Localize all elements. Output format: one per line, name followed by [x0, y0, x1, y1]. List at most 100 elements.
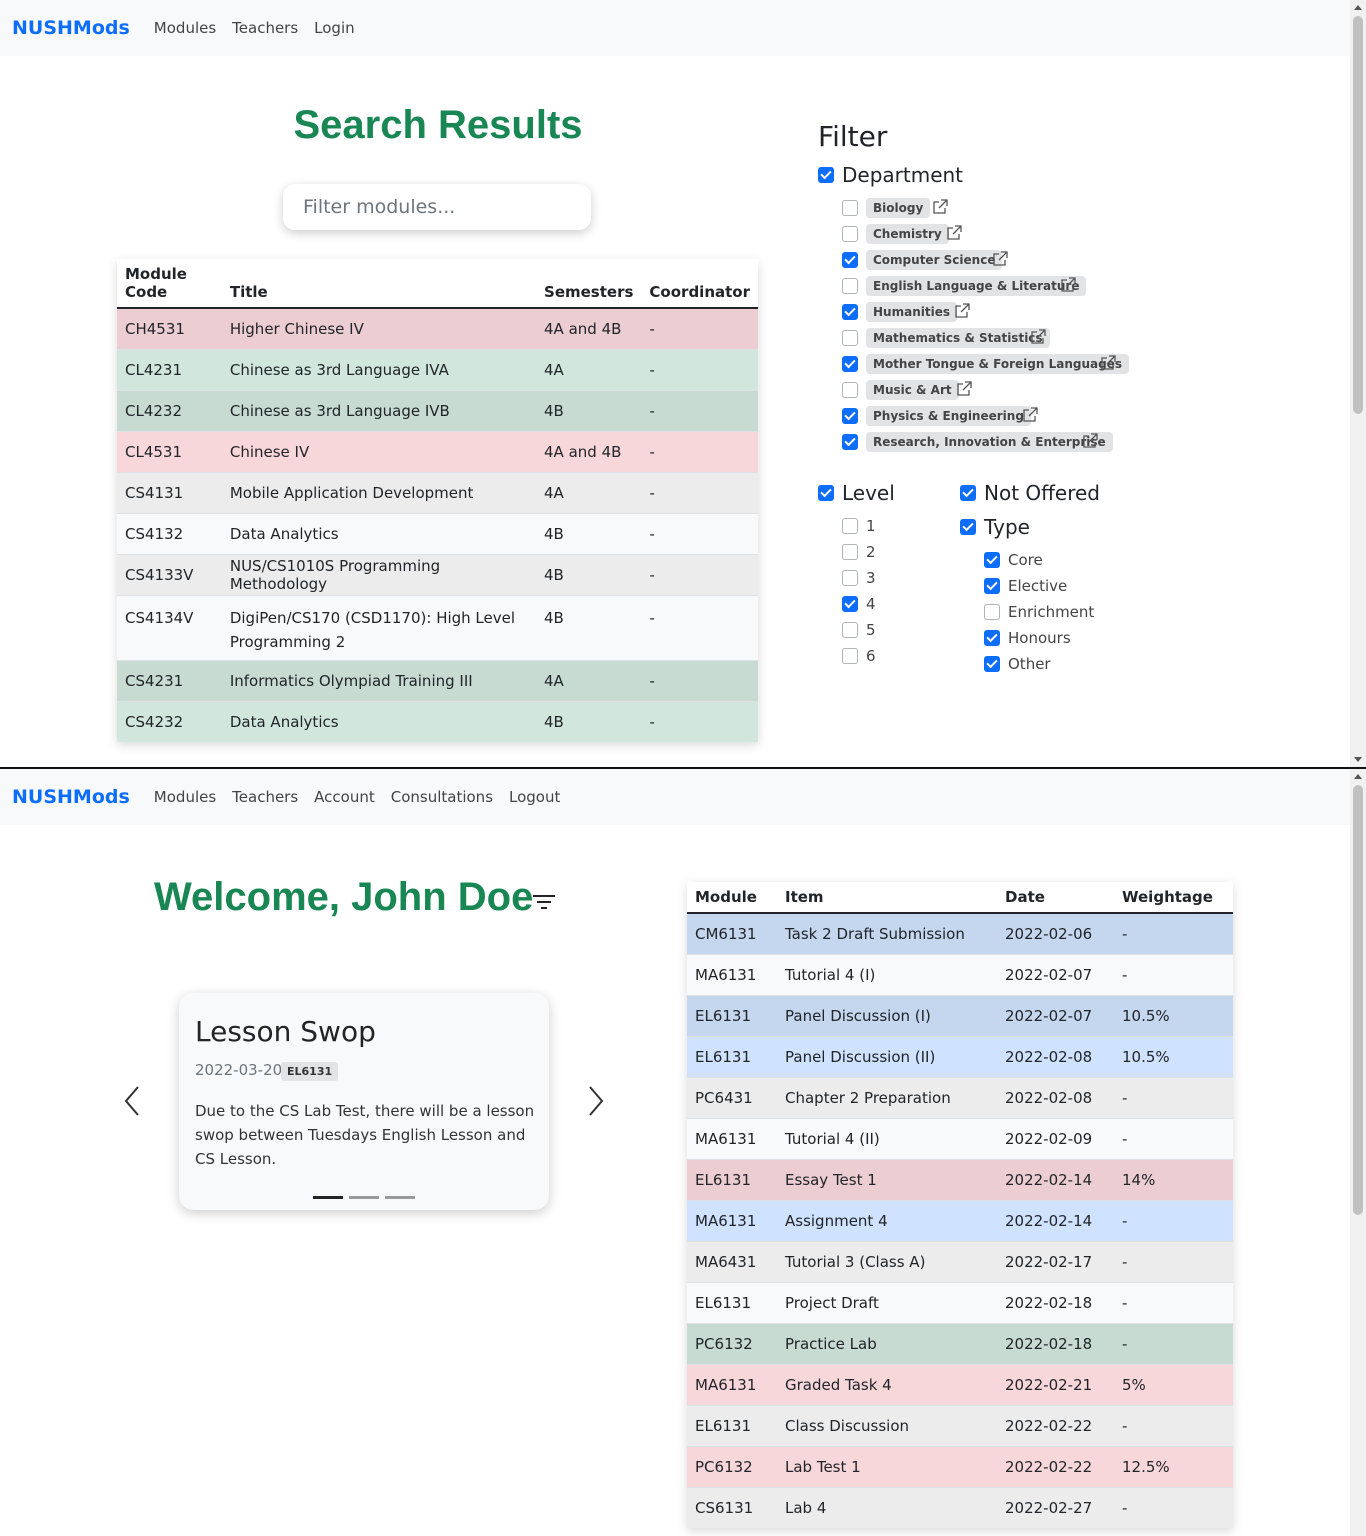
department-option-checkbox[interactable] [842, 356, 858, 372]
type-option-checkbox[interactable] [984, 552, 1000, 568]
deadline-date: 2022-02-06 [997, 912, 1114, 954]
deadline-item: Practice Lab [777, 1322, 997, 1364]
external-link-icon[interactable] [956, 381, 972, 397]
department-option-checkbox[interactable] [842, 304, 858, 320]
nav-login[interactable]: Login [314, 19, 354, 37]
table-row[interactable]: EL6131 Panel Discussion (II) 2022-02-08 10.… [687, 1035, 1233, 1077]
carousel-indicator[interactable] [313, 1196, 343, 1199]
table-row[interactable]: MA6431 Tutorial 3 (Class A) 2022-02-17- [687, 1240, 1233, 1282]
module-semesters: 4A and 4B [536, 430, 642, 472]
level-option-checkbox[interactable] [842, 570, 858, 586]
scrollbar[interactable] [1350, 0, 1366, 767]
level-option-checkbox[interactable] [842, 544, 858, 560]
type-option-label: Core [1008, 551, 1043, 569]
nav-teachers[interactable]: Teachers [232, 788, 298, 806]
department-checkbox[interactable] [818, 167, 834, 183]
nav-modules[interactable]: Modules [154, 788, 216, 806]
scroll-up-arrow-icon[interactable] [1354, 5, 1362, 10]
external-link-icon[interactable] [1022, 407, 1038, 423]
table-row[interactable]: EL6131 Panel Discussion (I) 2022-02-07 10.5… [687, 994, 1233, 1036]
brand-link[interactable]: NUSHMods [12, 17, 130, 39]
scroll-down-arrow-icon[interactable] [1354, 757, 1362, 762]
external-link-icon[interactable] [1060, 277, 1076, 293]
table-row[interactable]: MA6131 Tutorial 4 (II) 2022-02-09- [687, 1117, 1233, 1159]
module-code: CS4231 [117, 659, 222, 701]
type-option-checkbox[interactable] [984, 630, 1000, 646]
carousel-indicators [313, 1196, 415, 1199]
announcement-card[interactable]: Lesson Swop 2022-03-20 EL6131 Due to the… [179, 993, 549, 1210]
type-option-checkbox[interactable] [984, 656, 1000, 672]
module-title: DigiPen/CS170 (CSD1170): High Level Progr… [221, 594, 537, 660]
not-offered-checkbox[interactable] [960, 485, 976, 501]
table-row[interactable]: CH4531 Higher Chinese IV 4A and 4B - [117, 307, 758, 349]
department-option-checkbox[interactable] [842, 408, 858, 424]
brand-link[interactable]: NUSHMods [12, 786, 130, 808]
nav-logout[interactable]: Logout [509, 788, 560, 806]
table-row[interactable]: PC6132 Lab Test 1 2022-02-22 12.5% [687, 1445, 1233, 1487]
table-row[interactable]: CS4131 Mobile Application Development 4A - [117, 471, 758, 513]
scroll-up-arrow-icon[interactable] [1354, 774, 1362, 779]
table-row[interactable]: CS4133V NUS/CS1010S Programming Methodolo… [117, 553, 758, 595]
deadline-date: 2022-02-09 [997, 1117, 1114, 1159]
table-row[interactable]: PC6132 Practice Lab 2022-02-18- [687, 1322, 1233, 1364]
external-link-icon[interactable] [992, 251, 1008, 267]
department-badge: Mathematics & Statistics [866, 328, 1050, 348]
scroll-thumb[interactable] [1353, 16, 1363, 414]
table-row[interactable]: CS4232 Data Analytics 4B - [117, 700, 758, 742]
type-checkbox[interactable] [960, 519, 976, 535]
scroll-thumb[interactable] [1353, 785, 1363, 1215]
table-row[interactable]: EL6131 Essay Test 1 2022-02-14 14% [687, 1158, 1233, 1200]
department-badge: Physics & Engineering [866, 406, 1031, 426]
carousel-indicator[interactable] [385, 1196, 415, 1199]
table-row[interactable]: MA6131 Tutorial 4 (I) 2022-02-07- [687, 953, 1233, 995]
level-checkbox[interactable] [818, 485, 834, 501]
table-row[interactable]: CL4231 Chinese as 3rd Language IVA 4A - [117, 348, 758, 390]
nav-modules[interactable]: Modules [154, 19, 216, 37]
external-link-icon[interactable] [954, 303, 970, 319]
external-link-icon[interactable] [1030, 329, 1046, 345]
header-title: Title [221, 259, 537, 309]
type-option-checkbox[interactable] [984, 578, 1000, 594]
table-row[interactable]: MA6131 Assignment 4 2022-02-14- [687, 1199, 1233, 1241]
level-option-checkbox[interactable] [842, 622, 858, 638]
carousel-prev-icon[interactable] [122, 1085, 142, 1117]
department-option-checkbox[interactable] [842, 252, 858, 268]
nav-teachers[interactable]: Teachers [232, 19, 298, 37]
table-row[interactable]: EL6131 Class Discussion 2022-02-22- [687, 1404, 1233, 1446]
department-option-checkbox[interactable] [842, 382, 858, 398]
table-row[interactable]: CM6131 Task 2 Draft Submission 2022-02-06- [687, 912, 1233, 954]
department-option-checkbox[interactable] [842, 330, 858, 346]
table-row[interactable]: CS6131 Lab 4 2022-02-27- [687, 1486, 1233, 1528]
module-code: CL4531 [117, 430, 222, 472]
scrollbar[interactable] [1350, 769, 1366, 1536]
nav-consultations[interactable]: Consultations [391, 788, 493, 806]
table-row[interactable]: EL6131 Project Draft 2022-02-18- [687, 1281, 1233, 1323]
module-filter-input[interactable] [283, 184, 591, 230]
external-link-icon[interactable] [932, 199, 948, 215]
table-row[interactable]: CS4134V DigiPen/CS170 (CSD1170): High Lev… [117, 594, 758, 660]
external-link-icon[interactable] [946, 225, 962, 241]
carousel-indicator[interactable] [349, 1196, 379, 1199]
nav-account[interactable]: Account [314, 788, 375, 806]
level-option-checkbox[interactable] [842, 596, 858, 612]
table-row[interactable]: PC6431 Chapter 2 Preparation 2022-02-08- [687, 1076, 1233, 1118]
department-option-checkbox[interactable] [842, 278, 858, 294]
level-option-checkbox[interactable] [842, 518, 858, 534]
department-option-checkbox[interactable] [842, 200, 858, 216]
deadline-module: MA6131 [687, 1199, 777, 1241]
table-row[interactable]: MA6131 Graded Task 4 2022-02-21 5% [687, 1363, 1233, 1405]
table-row[interactable]: CS4132 Data Analytics 4B - [117, 512, 758, 554]
external-link-icon[interactable] [1082, 433, 1098, 449]
external-link-icon[interactable] [1100, 355, 1116, 371]
filter-icon[interactable] [532, 893, 556, 911]
level-option-checkbox[interactable] [842, 648, 858, 664]
module-coordinator: - [641, 594, 758, 660]
table-row[interactable]: CS4231 Informatics Olympiad Training III 4… [117, 659, 758, 701]
table-row[interactable]: CL4232 Chinese as 3rd Language IVB 4B - [117, 389, 758, 431]
department-option-checkbox[interactable] [842, 226, 858, 242]
deadline-date: 2022-02-22 [997, 1404, 1114, 1446]
type-option-checkbox[interactable] [984, 604, 1000, 620]
department-option-checkbox[interactable] [842, 434, 858, 450]
carousel-next-icon[interactable] [586, 1085, 606, 1117]
table-row[interactable]: CL4531 Chinese IV 4A and 4B - [117, 430, 758, 472]
